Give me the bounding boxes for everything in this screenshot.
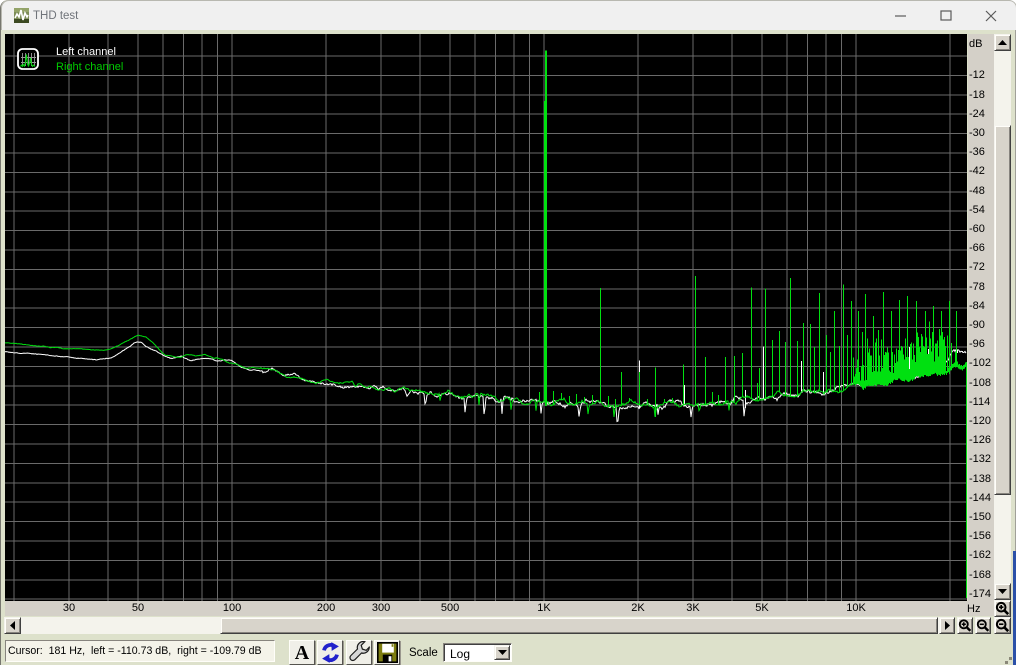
svg-text:Left channel: Left channel xyxy=(56,46,116,58)
svg-text:Right channel: Right channel xyxy=(56,61,123,73)
